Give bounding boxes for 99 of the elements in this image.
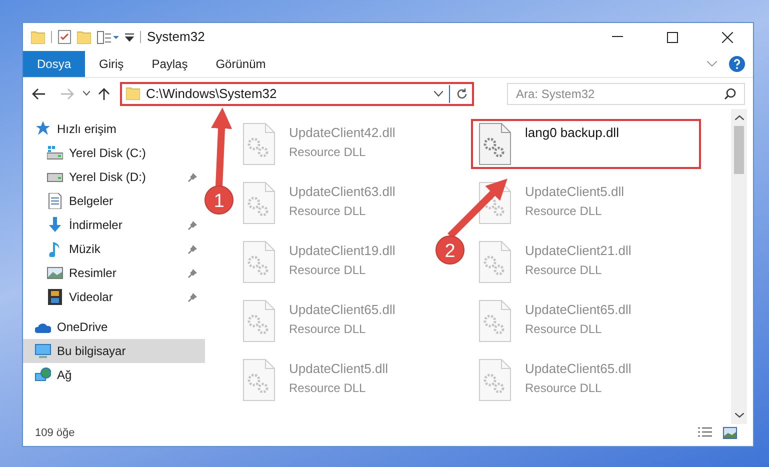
sidebar-item[interactable]: Ağ bbox=[23, 363, 205, 387]
recent-dropdown-icon[interactable] bbox=[83, 91, 90, 96]
film-icon bbox=[47, 289, 63, 305]
gears-file-icon bbox=[243, 359, 275, 401]
large-icons-view-icon[interactable] bbox=[723, 427, 737, 439]
file-name: lang0 backup.dll bbox=[525, 124, 619, 142]
sidebar-item[interactable]: Videolar bbox=[23, 285, 205, 309]
sidebar-item[interactable]: OneDrive bbox=[23, 315, 205, 339]
sidebar-label: OneDrive bbox=[57, 319, 109, 336]
sidebar-label: Yerel Disk (C:) bbox=[69, 145, 147, 162]
pin-icon[interactable] bbox=[188, 244, 197, 254]
properties-icon[interactable] bbox=[97, 30, 119, 44]
close-icon[interactable] bbox=[722, 32, 733, 42]
gears-file-icon bbox=[479, 182, 511, 224]
details-view-icon[interactable] bbox=[697, 427, 713, 439]
file-name: UpdateClient21.dll bbox=[525, 242, 632, 260]
dropdown-icon[interactable] bbox=[125, 32, 134, 42]
ribbon-tab[interactable]: Giriş bbox=[85, 51, 138, 77]
search-icon bbox=[724, 88, 736, 100]
up-arrow-icon[interactable] bbox=[98, 87, 110, 100]
refresh-icon[interactable] bbox=[456, 88, 468, 100]
back-arrow-icon[interactable] bbox=[31, 88, 45, 100]
ribbon-tab[interactable]: Paylaş bbox=[138, 51, 202, 77]
sidebar-item[interactable]: Hızlı erişim bbox=[23, 117, 205, 141]
sidebar-item[interactable]: Resimler bbox=[23, 261, 205, 285]
maximize-icon[interactable] bbox=[667, 32, 678, 42]
item-count: 109 öğe bbox=[35, 426, 75, 441]
ribbon-tab[interactable]: Dosya bbox=[23, 51, 86, 77]
star-icon bbox=[35, 121, 51, 137]
network-globe-icon bbox=[35, 367, 51, 383]
file-name: UpdateClient65.dll bbox=[525, 360, 632, 378]
drive-icon bbox=[47, 145, 63, 161]
file-name: UpdateClient5.dll bbox=[525, 183, 624, 201]
search-field[interactable]: Ara: System32 bbox=[507, 82, 745, 104]
sidebar-label: Ağ bbox=[57, 367, 73, 384]
address-path: C:\Windows\System32 bbox=[146, 84, 278, 103]
document-icon bbox=[47, 193, 63, 209]
gears-file-icon bbox=[479, 300, 511, 342]
sidebar-label: Hızlı erişim bbox=[57, 121, 118, 138]
sidebar-label: Videolar bbox=[69, 289, 114, 306]
address-bar[interactable]: C:\Windows\System32 bbox=[120, 82, 474, 106]
expand-ribbon-icon[interactable] bbox=[707, 61, 717, 67]
gears-file-icon bbox=[243, 182, 275, 224]
sidebar-item[interactable]: Bu bilgisayar bbox=[23, 339, 205, 363]
file-type: Resource DLL bbox=[289, 380, 367, 396]
numbered-callout: 2 bbox=[436, 236, 464, 264]
sidebar-item[interactable]: Müzik bbox=[23, 237, 205, 261]
sidebar-label: Müzik bbox=[69, 241, 102, 258]
sidebar-item[interactable]: Yerel Disk (D:) bbox=[23, 165, 205, 189]
gears-file-icon bbox=[479, 359, 511, 401]
pin-icon[interactable] bbox=[188, 268, 197, 278]
gears-file-icon bbox=[243, 300, 275, 342]
file-type: Resource DLL bbox=[525, 380, 603, 396]
scroll-up-icon[interactable] bbox=[734, 115, 744, 120]
scrollbar-thumb[interactable] bbox=[734, 126, 744, 174]
window-title: System32 bbox=[147, 28, 205, 46]
pin-icon[interactable] bbox=[188, 292, 197, 302]
scrollbar[interactable] bbox=[731, 109, 747, 424]
file-name: UpdateClient19.dll bbox=[289, 242, 396, 260]
sidebar-item[interactable]: İndirmeler bbox=[23, 213, 205, 237]
pin-icon[interactable] bbox=[188, 172, 197, 182]
sidebar-label: Resimler bbox=[69, 265, 118, 282]
file-type: Resource DLL bbox=[289, 202, 367, 220]
sidebar-item[interactable]: Belgeler bbox=[23, 189, 205, 213]
file-name: UpdateClient65.dll bbox=[289, 301, 396, 319]
highlighted-file[interactable]: lang0 backup.dll bbox=[471, 119, 701, 169]
dropdown-caret-icon[interactable] bbox=[434, 90, 443, 96]
sidebar-label: Yerel Disk (D:) bbox=[69, 169, 147, 186]
gears-file-icon bbox=[479, 241, 511, 283]
file-name: UpdateClient63.dll bbox=[289, 183, 396, 201]
callout-arrow bbox=[448, 178, 508, 238]
file-name: UpdateClient65.dll bbox=[525, 301, 632, 319]
file-type: Resource DLL bbox=[289, 144, 367, 160]
sidebar-label: İndirmeler bbox=[69, 217, 124, 234]
sidebar-item[interactable]: Yerel Disk (C:) bbox=[23, 141, 205, 165]
down-arrow-icon bbox=[47, 217, 63, 233]
pin-icon[interactable] bbox=[188, 220, 197, 230]
numbered-callout: 1 bbox=[204, 186, 234, 214]
ribbon-tab[interactable]: Görünüm bbox=[202, 51, 280, 77]
search-input[interactable]: Ara: System32 bbox=[516, 84, 724, 102]
file-name: UpdateClient42.dll bbox=[289, 124, 396, 142]
sidebar-label: Bu bilgisayar bbox=[57, 343, 127, 360]
scroll-down-icon[interactable] bbox=[734, 413, 744, 418]
help-icon[interactable] bbox=[729, 56, 745, 72]
file-type: Resource DLL bbox=[525, 202, 603, 220]
checklist-icon[interactable] bbox=[58, 30, 71, 44]
file-type: Resource DLL bbox=[525, 262, 603, 278]
gears-file-icon bbox=[243, 123, 275, 165]
picture-icon bbox=[47, 265, 63, 281]
file-name: UpdateClient5.dll bbox=[289, 360, 388, 378]
monitor-icon bbox=[35, 343, 51, 359]
sidebar-label: Belgeler bbox=[69, 193, 114, 210]
gears-file-icon bbox=[479, 123, 511, 165]
minimize-icon[interactable] bbox=[612, 36, 623, 38]
folder-icon bbox=[126, 87, 140, 100]
file-type: Resource DLL bbox=[525, 320, 603, 338]
gears-file-icon bbox=[243, 241, 275, 283]
file-type: Resource DLL bbox=[289, 320, 367, 338]
file-type: Resource DLL bbox=[289, 262, 367, 278]
